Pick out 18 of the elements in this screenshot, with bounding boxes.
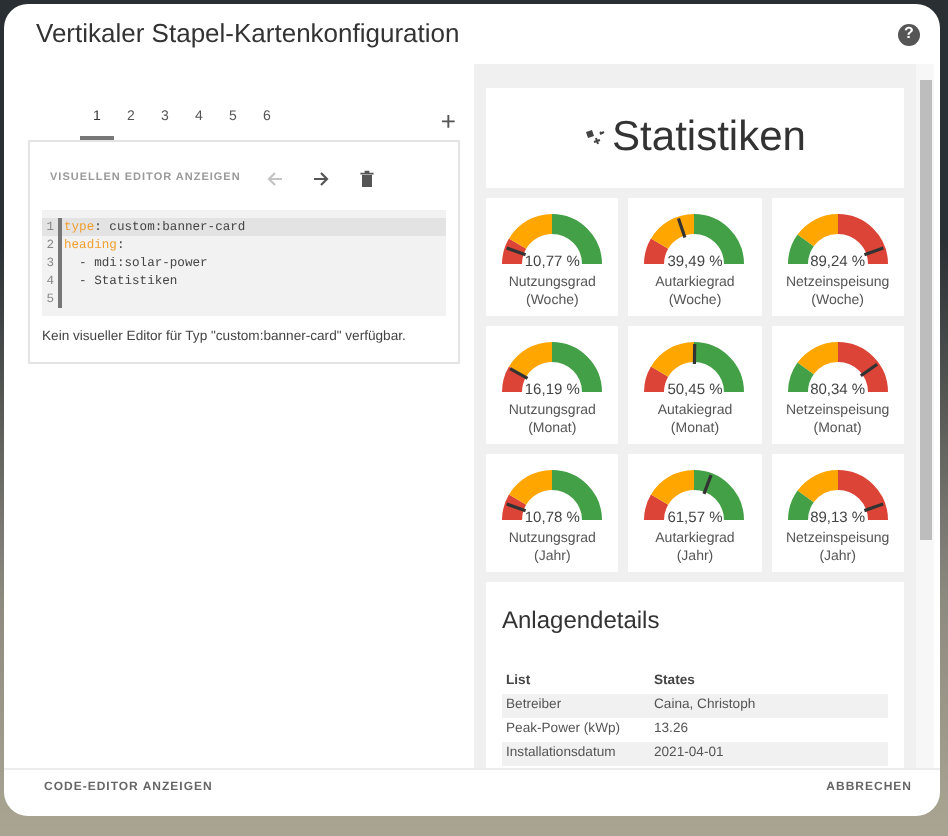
trash-icon[interactable]	[356, 167, 379, 189]
gauge-arc	[787, 214, 888, 265]
card-title: Anlagendetails	[502, 604, 662, 638]
gauge-arc	[502, 470, 603, 521]
gauge-arc	[645, 470, 745, 521]
gauge-arc	[645, 342, 745, 393]
forward-arrow-icon[interactable]	[310, 167, 333, 189]
help-icon[interactable]: ?	[898, 23, 920, 45]
scrollbar[interactable]	[916, 64, 934, 768]
add-button[interactable]: +	[436, 107, 460, 133]
banner-title: Statistiken	[612, 112, 806, 165]
gauge-arc	[787, 342, 888, 393]
gauge-arc	[645, 214, 745, 265]
dialog-title: Vertikaler Stapel-Kartenkonfiguration	[36, 16, 460, 53]
solar-panel-icon	[584, 128, 607, 148]
gauge-arc	[502, 342, 603, 393]
gauge-arc	[787, 470, 888, 521]
gauge-arc	[502, 214, 603, 265]
